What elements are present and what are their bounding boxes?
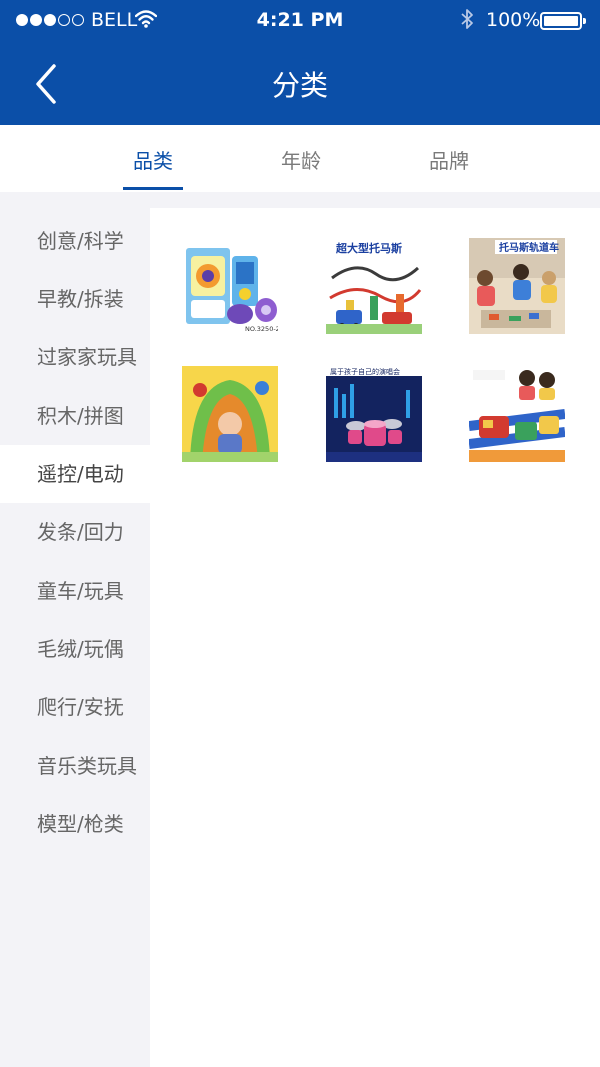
tab-age[interactable]: 年龄 — [241, 145, 361, 174]
sidebar-item-music-toys[interactable]: 音乐类玩具 — [0, 737, 150, 795]
product-caption: 属于孩子自己的演唱会 — [330, 367, 400, 376]
tab-bar: 品类 年龄 品牌 — [0, 125, 600, 192]
bluetooth-icon — [459, 8, 475, 35]
sidebar-item-plush-dolls[interactable]: 毛绒/玩偶 — [0, 620, 150, 678]
nav-header: BELL 4:21 PM 100% 分类 — [0, 0, 600, 125]
active-tab-indicator — [123, 187, 183, 190]
battery-level — [544, 16, 578, 26]
sidebar-item-models-guns[interactable]: 模型/枪类 — [0, 795, 150, 853]
product-thumbnail[interactable]: 托马斯轨道车 — [469, 238, 565, 334]
category-sidebar: 创意/科学 早教/拆装 过家家玩具 积木/拼图 遥控/电动 发条/回力 童车/玩… — [0, 208, 150, 1067]
battery-percent: 100% — [486, 9, 541, 31]
product-caption: 超大型托马斯 — [335, 241, 402, 255]
product-thumbnail[interactable]: NO.3250-2 — [182, 238, 278, 334]
battery-icon — [540, 12, 586, 30]
sidebar-item-pretend-play[interactable]: 过家家玩具 — [0, 328, 150, 386]
tab-brand[interactable]: 品牌 — [389, 145, 509, 174]
product-thumbnail[interactable]: 超大型托马斯 — [326, 238, 422, 334]
sidebar-item-remote-electric[interactable]: 遥控/电动 — [0, 445, 150, 503]
product-caption: NO.3250-2 — [245, 325, 278, 333]
sidebar-item-wind-up[interactable]: 发条/回力 — [0, 503, 150, 561]
sidebar-item-crawl-soothe[interactable]: 爬行/安抚 — [0, 678, 150, 736]
product-thumbnail[interactable] — [469, 366, 565, 462]
product-grid: NO.3250-2 超大型托马斯 托马斯轨道车 属于孩子自己的演唱会 — [150, 208, 600, 1067]
product-caption: 托马斯轨道车 — [499, 241, 559, 254]
sidebar-item-early-education[interactable]: 早教/拆装 — [0, 270, 150, 328]
tab-category[interactable]: 品类 — [93, 145, 213, 174]
sidebar-item-creative-science[interactable]: 创意/科学 — [0, 212, 150, 270]
sidebar-item-blocks-puzzles[interactable]: 积木/拼图 — [0, 387, 150, 445]
page-title: 分类 — [271, 69, 328, 102]
product-thumbnail[interactable] — [182, 366, 278, 462]
sidebar-item-ride-ons[interactable]: 童车/玩具 — [0, 562, 150, 620]
product-thumbnail[interactable]: 属于孩子自己的演唱会 — [326, 366, 422, 462]
status-bar: BELL 4:21 PM 100% — [0, 0, 600, 40]
